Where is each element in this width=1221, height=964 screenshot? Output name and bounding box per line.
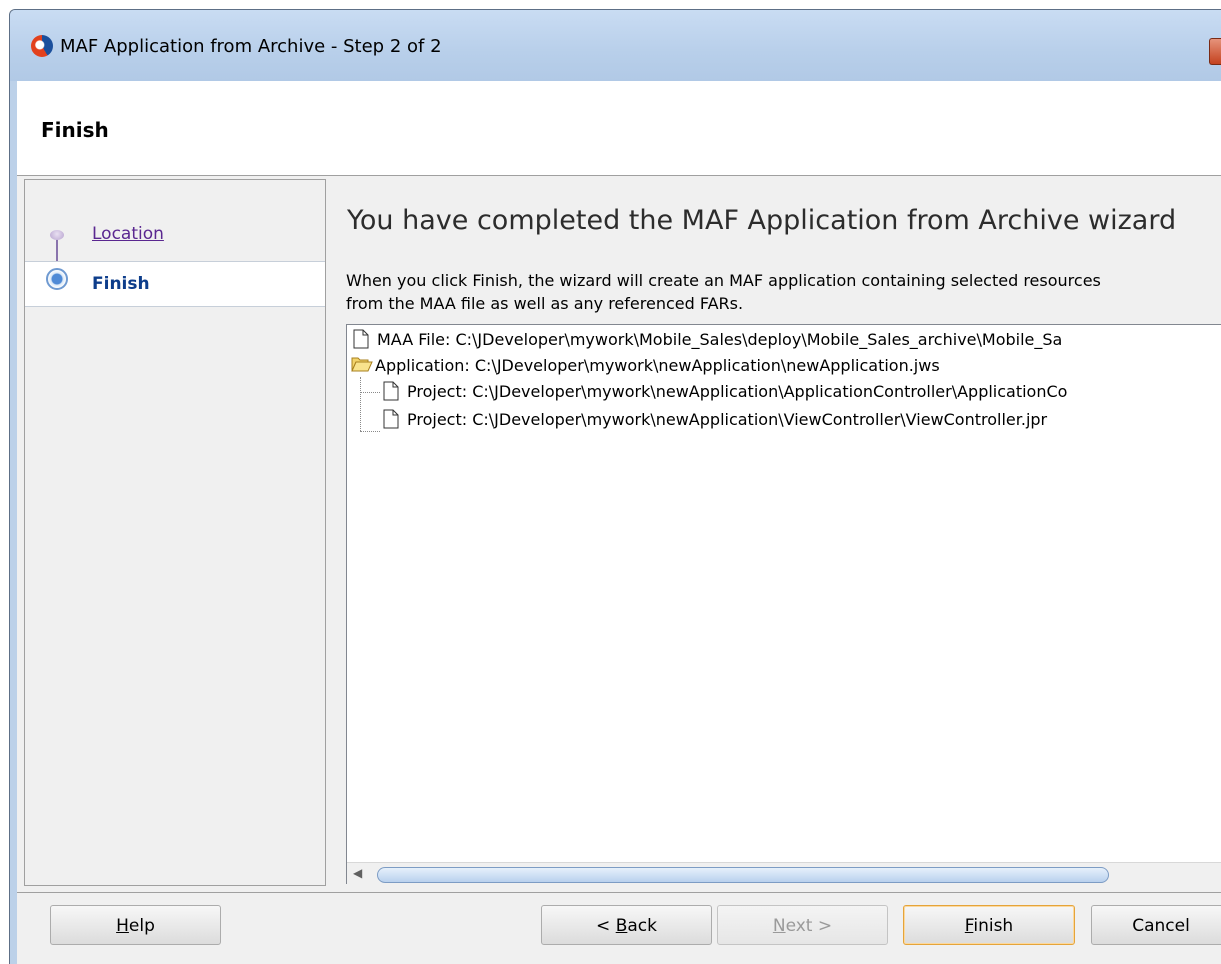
file-icon: [383, 409, 399, 429]
page-title: Finish: [41, 118, 109, 142]
completion-heading: You have completed the MAF Application f…: [347, 205, 1177, 236]
folder-open-icon: [351, 357, 373, 372]
button-bar-separator: [17, 892, 1221, 893]
help-button-mnemonic: H: [116, 916, 129, 936]
window-title: MAF Application from Archive - Step 2 of…: [60, 36, 442, 57]
jdeveloper-app-icon: [31, 35, 53, 57]
finish-button[interactable]: Finish: [903, 905, 1075, 945]
next-button-post: ext >: [785, 916, 833, 936]
tree-connector-horizontal: [360, 431, 380, 432]
cancel-button-post: Cancel: [1132, 916, 1190, 936]
steps-panel: Location Finish: [24, 179, 326, 886]
tree-item-label: Project: C:\JDeveloper\mywork\newApplica…: [407, 382, 1068, 401]
step-finish-label: Finish: [92, 274, 150, 294]
help-button[interactable]: Help: [50, 905, 221, 945]
tree-item-label: MAA File: C:\JDeveloper\mywork\Mobile_Sa…: [377, 330, 1063, 349]
wizard-window: MAF Application from Archive - Step 2 of…: [9, 9, 1221, 964]
file-icon: [353, 329, 369, 349]
cancel-button[interactable]: Cancel: [1091, 905, 1221, 945]
file-icon: [383, 381, 399, 401]
step-finish-row[interactable]: Finish: [25, 261, 325, 307]
tree-item-label: Project: C:\JDeveloper\mywork\newApplica…: [407, 410, 1048, 429]
tree-item-project-application-controller[interactable]: Project: C:\JDeveloper\mywork\newApplica…: [383, 381, 1221, 403]
back-button-pre: <: [596, 916, 616, 936]
back-button[interactable]: < Back: [541, 905, 712, 945]
tree-item-label: Application: C:\JDeveloper\mywork\newApp…: [375, 356, 940, 375]
tree-item-project-view-controller[interactable]: Project: C:\JDeveloper\mywork\newApplica…: [383, 409, 1221, 431]
content-area: You have completed the MAF Application f…: [325, 179, 1221, 884]
next-button[interactable]: Next >: [717, 905, 888, 945]
summary-tree[interactable]: MAA File: C:\JDeveloper\mywork\Mobile_Sa…: [346, 324, 1221, 884]
step-location-marker-icon: [50, 230, 64, 240]
back-button-post: ack: [627, 916, 657, 936]
dialog-body: Finish Location Finish You have complete…: [17, 81, 1221, 964]
scroll-left-arrow-icon[interactable]: ◀: [353, 866, 367, 880]
next-button-mnemonic: N: [772, 916, 786, 936]
tree-connector-vertical: [360, 377, 361, 431]
wizard-header: Finish: [17, 81, 1221, 176]
tree-item-maa-file[interactable]: MAA File: C:\JDeveloper\mywork\Mobile_Sa…: [353, 329, 1221, 351]
step-location-link[interactable]: Location: [92, 224, 164, 244]
close-window-button[interactable]: [1209, 38, 1221, 65]
tree-item-application[interactable]: Application: C:\JDeveloper\mywork\newApp…: [351, 355, 1221, 377]
help-button-post: elp: [128, 916, 155, 936]
horizontal-scrollbar[interactable]: ◀: [347, 862, 1221, 884]
title-bar[interactable]: MAF Application from Archive - Step 2 of…: [10, 10, 1221, 81]
scrollbar-thumb[interactable]: [377, 867, 1109, 883]
completion-description: When you click Finish, the wizard will c…: [346, 271, 1101, 313]
finish-button-post: inish: [973, 916, 1014, 936]
tree-connector-horizontal: [360, 392, 380, 393]
step-finish-marker-icon: [46, 268, 68, 290]
back-button-mnemonic: B: [615, 916, 628, 936]
